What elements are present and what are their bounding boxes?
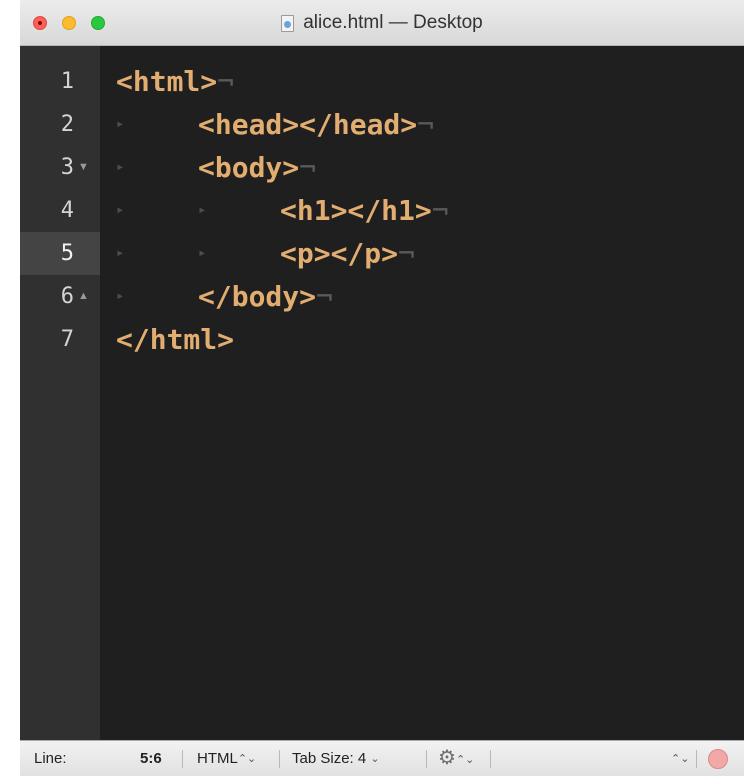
html-document-icon[interactable] <box>281 14 295 32</box>
title-bar[interactable]: alice.html — Desktop <box>20 0 744 46</box>
language-selector[interactable]: HTML⌃⌄ <box>197 741 256 776</box>
tab-indent-marker: ▸ <box>116 159 125 175</box>
gear-icon: ⚙ <box>438 747 456 769</box>
end-of-line-marker: ¬ <box>316 280 333 313</box>
end-of-line-marker: ¬ <box>398 237 415 270</box>
line-number: 6 <box>60 284 74 309</box>
code-line[interactable]: <html>¬ <box>116 60 234 103</box>
tab-size-value: 4 <box>357 750 367 767</box>
code-text: <body> <box>198 151 300 184</box>
status-divider <box>279 750 280 768</box>
tab-indent-marker: ▸ <box>198 245 207 261</box>
line-number: 5 <box>60 241 74 266</box>
line-label: Line: <box>34 750 67 767</box>
gutter-line[interactable]: 3 ▼ <box>20 146 100 189</box>
code-text: </html> <box>116 323 235 356</box>
fold-down-icon[interactable]: ▼ <box>78 146 89 189</box>
code-line[interactable]: </html> <box>116 318 234 361</box>
code-line[interactable]: ▸ ▸ <h1></h1>¬ <box>116 189 449 232</box>
record-macro-button[interactable] <box>708 749 728 769</box>
cursor-position[interactable]: 5:6 <box>140 741 162 776</box>
window-title: alice.html — Desktop <box>20 0 744 46</box>
line-number: 2 <box>60 112 74 137</box>
line-number: 1 <box>60 69 74 94</box>
tab-indent-marker: ▸ <box>116 116 125 132</box>
code-text: <p></p> <box>280 237 399 270</box>
status-divider <box>696 750 697 768</box>
editor-window: alice.html — Desktop 1 2 3 ▼ 4 5 6 ▲ 7 <… <box>20 0 744 776</box>
line-number-gutter[interactable]: 1 2 3 ▼ 4 5 6 ▲ 7 <box>20 46 100 740</box>
code-text: <head></head> <box>198 108 418 141</box>
code-text: </body> <box>198 280 317 313</box>
tab-indent-marker: ▸ <box>198 202 207 218</box>
code-line[interactable]: ▸ ▸ <p></p>¬ <box>116 232 415 275</box>
settings-menu[interactable]: ⚙⌃⌄ <box>438 741 474 776</box>
line-number: 3 <box>60 155 74 180</box>
tab-indent-marker: ▸ <box>116 288 125 304</box>
language-label: HTML <box>197 750 238 767</box>
code-editor[interactable]: <html>¬ ▸ <head></head>¬ ▸ <body>¬ ▸ ▸ <h1><… <box>100 46 744 740</box>
up-down-stepper-icon: ⌃⌄ <box>671 752 690 765</box>
fold-up-icon[interactable]: ▲ <box>78 275 89 318</box>
status-bar: Line: 5:6 HTML⌃⌄ Tab Size: 4 ⌄ ⚙⌃⌄ ⌃⌄ <box>20 740 744 776</box>
gutter-line-active[interactable]: 5 <box>20 232 100 275</box>
line-number: 7 <box>60 327 74 352</box>
code-line[interactable]: ▸ <head></head>¬ <box>116 103 434 146</box>
gutter-line[interactable]: 6 ▲ <box>20 275 100 318</box>
up-down-stepper-icon: ⌃⌄ <box>237 752 257 765</box>
code-text: <h1></h1> <box>280 194 432 227</box>
end-of-line-marker: ¬ <box>431 194 449 227</box>
end-of-line-marker: ¬ <box>417 108 435 141</box>
code-line[interactable]: ▸ </body>¬ <box>116 275 333 318</box>
chevron-down-icon: ⌄ <box>370 752 380 765</box>
gutter-line[interactable]: 7 <box>20 318 100 361</box>
end-of-line-marker: ¬ <box>299 151 317 184</box>
code-text: <html> <box>116 65 218 98</box>
tab-size-selector[interactable]: Tab Size: 4 ⌄ <box>292 741 380 776</box>
line-number: 4 <box>60 198 74 223</box>
tab-size-label: Tab Size: <box>292 750 354 767</box>
gutter-line[interactable]: 2 <box>20 103 100 146</box>
end-of-line-marker: ¬ <box>217 65 235 98</box>
status-divider <box>426 750 427 768</box>
up-down-stepper-icon: ⌃⌄ <box>455 753 475 766</box>
tab-indent-marker: ▸ <box>116 245 125 261</box>
window-title-text: alice.html — Desktop <box>303 12 483 33</box>
tab-indent-marker: ▸ <box>116 202 125 218</box>
symbol-selector[interactable]: ⌃⌄ <box>671 741 689 776</box>
code-line[interactable]: ▸ <body>¬ <box>116 146 316 189</box>
status-divider <box>182 750 183 768</box>
gutter-line[interactable]: 4 <box>20 189 100 232</box>
status-divider <box>490 750 491 768</box>
gutter-line[interactable]: 1 <box>20 60 100 103</box>
